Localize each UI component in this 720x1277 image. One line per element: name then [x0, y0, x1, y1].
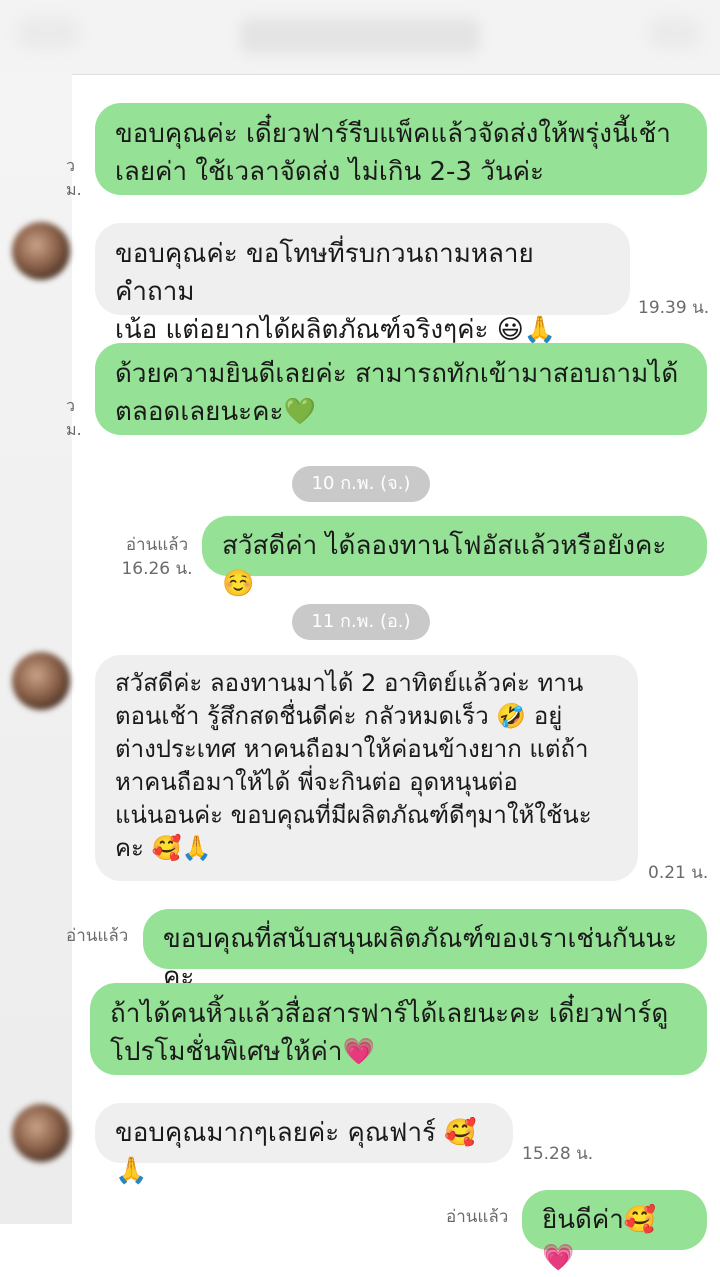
- message-bubble-outgoing[interactable]: สวัสดีค่า ได้ลองทานโฟอัสแล้วหรือยังคะ☺️: [202, 516, 707, 599]
- avatar[interactable]: [12, 652, 70, 710]
- message-time: 15.28 น.: [522, 1144, 594, 1164]
- read-receipt: อ่านแล้ว: [66, 926, 129, 946]
- chat-header: [0, 0, 720, 75]
- menu-button-blurred[interactable]: [650, 18, 700, 48]
- message-bubble-outgoing[interactable]: ขอบคุณค่ะ เดี๋ยวฟาร์รีบแพ็คแล้วจัดส่งให้…: [95, 103, 707, 195]
- message-time: 16.26 น.: [121, 559, 193, 579]
- message-bubble-outgoing[interactable]: ด้วยความยินดีเลยค่ะ สามารถทักเข้ามาสอบถา…: [95, 343, 707, 435]
- bleed-char: ม.: [66, 420, 82, 439]
- read-receipt: อ่านแล้ว: [125, 535, 189, 555]
- message-time: 19.39 น.: [638, 298, 710, 318]
- bleed-char: ว: [66, 396, 75, 415]
- bleed-char: ม.: [66, 180, 82, 199]
- message-bubble-outgoing[interactable]: ยินดีค่า🥰💗: [522, 1190, 707, 1273]
- message-bubble-incoming[interactable]: ขอบคุณมากๆเลยค่ะ คุณฟาร์ 🥰🙏: [95, 1103, 513, 1186]
- read-receipt: อ่านแล้ว: [446, 1207, 509, 1227]
- back-button-blurred[interactable]: [18, 18, 78, 48]
- bleed-char: ว: [66, 156, 75, 175]
- date-separator: 10 ก.พ. (จ.): [292, 466, 430, 502]
- message-bubble-incoming[interactable]: ขอบคุณค่ะ ขอโทษที่รบกวนถามหลายคำถาม เน้อ…: [95, 223, 630, 345]
- message-bubble-outgoing[interactable]: ถ้าได้คนหิ้วแล้วสื่อสารฟาร์ได้เลยนะคะ เด…: [90, 983, 707, 1075]
- avatar[interactable]: [12, 222, 70, 280]
- message-time: 0.21 น.: [648, 863, 709, 883]
- date-separator: 11 ก.พ. (อ.): [292, 604, 430, 640]
- avatar[interactable]: [12, 1104, 70, 1162]
- message-bubble-incoming[interactable]: สวัสดีค่ะ ลองทานมาได้ 2 อาทิตย์แล้วค่ะ ท…: [95, 655, 638, 881]
- message-bubble-outgoing[interactable]: ขอบคุณที่สนับสนุนผลิตภัณฑ์ของเราเช่นกันน…: [143, 909, 707, 992]
- contact-name-blurred: [240, 18, 480, 54]
